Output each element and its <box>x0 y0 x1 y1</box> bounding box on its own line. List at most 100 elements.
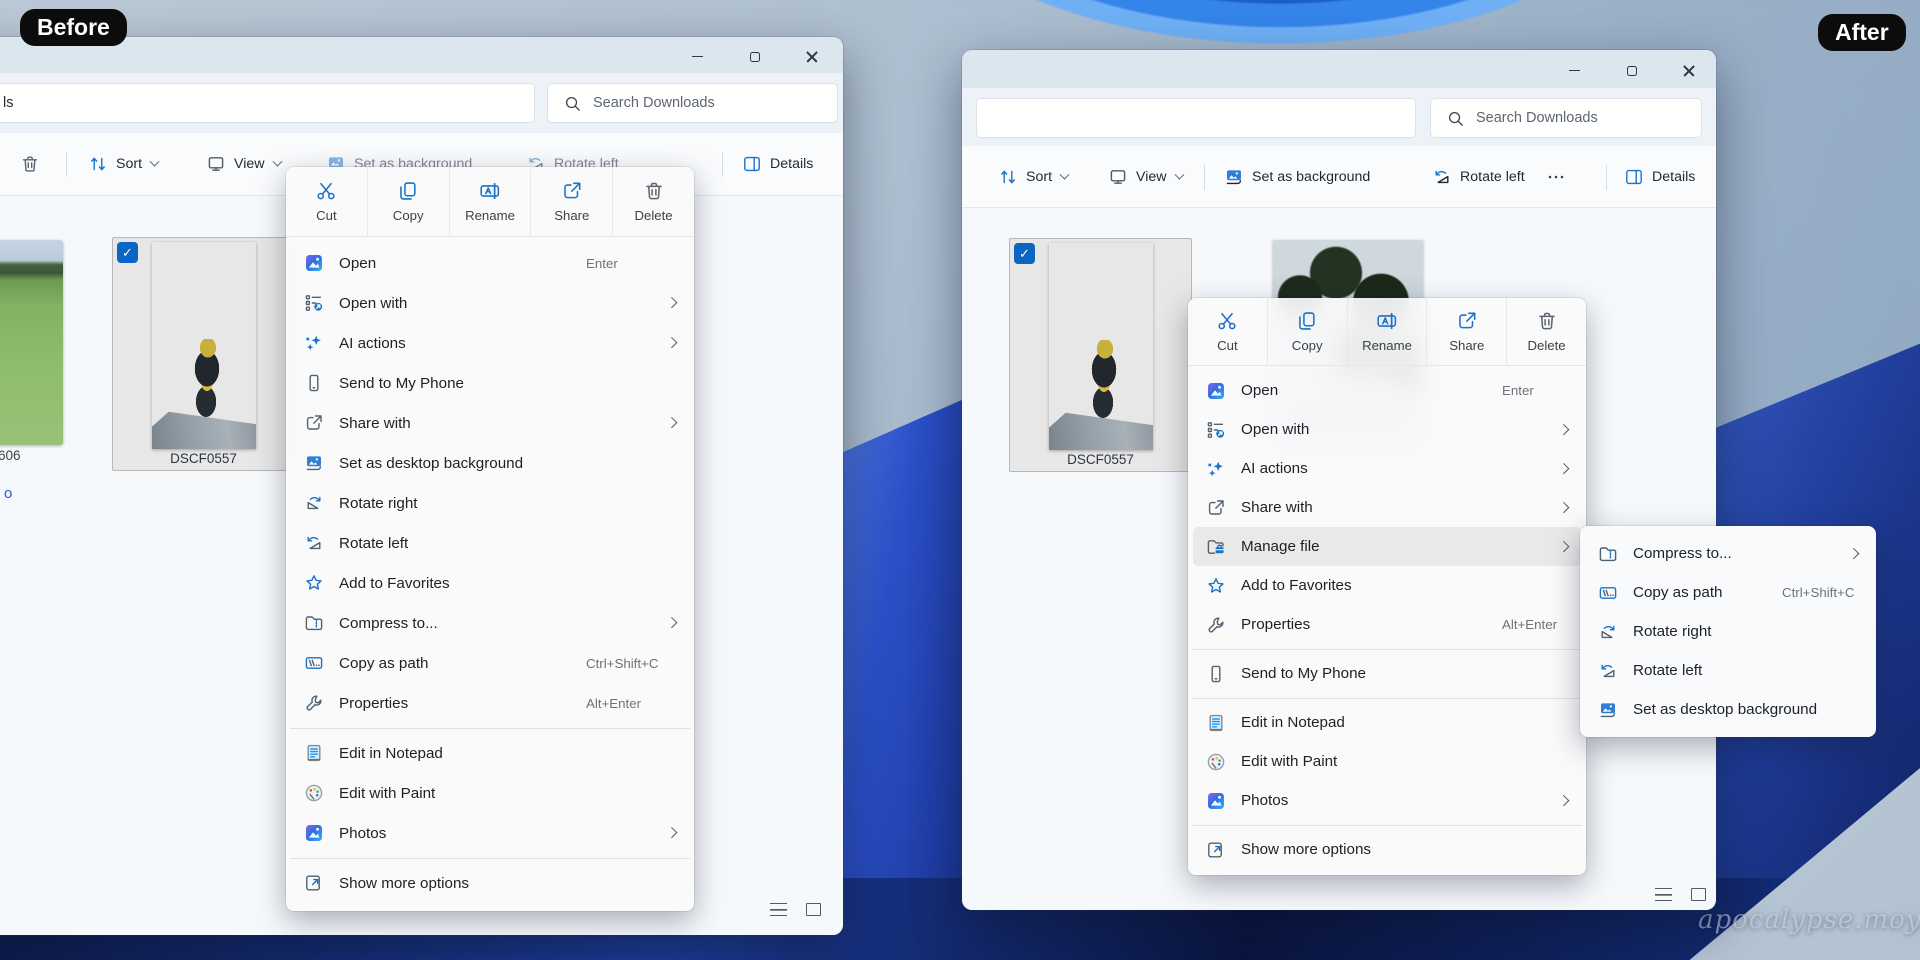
delete-button[interactable]: Delete <box>612 167 694 236</box>
file-thumbnail-golf[interactable] <box>0 240 63 445</box>
details-icon <box>1624 167 1644 187</box>
menu-item-ai-actions[interactable]: AI actions <box>291 323 689 363</box>
view-label: View <box>234 156 265 172</box>
menu-item-open[interactable]: OpenEnter <box>1193 371 1581 410</box>
shortcut-label: Enter <box>586 256 618 271</box>
search-input[interactable]: Search Downloads <box>547 83 838 123</box>
selection-checkbox[interactable]: ✓ <box>1014 243 1035 264</box>
menu-separator <box>290 728 690 729</box>
minimize-icon <box>1569 70 1580 72</box>
minimize-button[interactable] <box>682 44 712 69</box>
shortcut-label: Ctrl+Shift+C <box>1782 585 1854 600</box>
menu-item-rotate-right[interactable]: Rotate right <box>1585 612 1871 651</box>
address-bar[interactable]: ls <box>0 83 535 123</box>
view-button[interactable]: View <box>1098 159 1193 195</box>
menu-item-send-to-my-phone[interactable]: Send to My Phone <box>291 363 689 403</box>
paint-icon <box>1206 752 1226 772</box>
photo-app-icon <box>1206 381 1226 401</box>
menu-separator <box>1192 698 1582 699</box>
copy-path-icon <box>304 653 324 673</box>
menu-items: Compress to...Copy as pathCtrl+Shift+CRo… <box>1580 534 1876 729</box>
manage-file-submenu: Compress to...Copy as pathCtrl+Shift+CRo… <box>1580 526 1876 737</box>
notepad-icon <box>1206 713 1226 733</box>
menu-item-share-with[interactable]: Share with <box>1193 488 1581 527</box>
menu-item-copy-as-path[interactable]: Copy as pathCtrl+Shift+C <box>291 643 689 683</box>
menu-item-rotate-left[interactable]: Rotate left <box>291 523 689 563</box>
menu-item-send-to-my-phone[interactable]: Send to My Phone <box>1193 654 1581 693</box>
list-view-icon[interactable] <box>770 903 787 916</box>
address-bar[interactable] <box>976 98 1416 138</box>
search-input[interactable]: Search Downloads <box>1430 98 1702 138</box>
sort-button[interactable]: Sort <box>988 159 1078 195</box>
copy-button[interactable]: Copy <box>367 167 449 236</box>
menu-item-manage-file[interactable]: Manage file <box>1193 527 1581 566</box>
cut-button[interactable]: Cut <box>1188 298 1267 365</box>
file-name-label: DSCF0557 <box>1010 452 1191 467</box>
search-placeholder: Search Downloads <box>593 84 715 122</box>
minimize-button[interactable] <box>1559 58 1589 83</box>
menu-item-edit-in-notepad[interactable]: Edit in Notepad <box>291 733 689 773</box>
menu-item-ai-actions[interactable]: AI actions <box>1193 449 1581 488</box>
delete-button[interactable]: Delete <box>1506 298 1586 365</box>
rename-button[interactable]: Rename <box>1347 298 1427 365</box>
maximize-button[interactable] <box>740 44 770 69</box>
share-button[interactable]: Share <box>1426 298 1506 365</box>
toolbar-divider <box>722 152 723 177</box>
menu-item-show-more-options[interactable]: Show more options <box>1193 830 1581 869</box>
menu-item-compress-to[interactable]: Compress to... <box>291 603 689 643</box>
address-text: ls <box>3 84 13 122</box>
menu-item-label: Compress to... <box>339 615 438 632</box>
menu-item-add-to-favorites[interactable]: Add to Favorites <box>1193 566 1581 605</box>
copy-button[interactable]: Copy <box>1267 298 1347 365</box>
manage-file-icon <box>1206 537 1226 557</box>
menu-item-rotate-left[interactable]: Rotate left <box>1585 651 1871 690</box>
maximize-icon <box>750 52 760 62</box>
close-button[interactable] <box>797 44 827 69</box>
command-label: Share <box>1449 338 1484 353</box>
thumbnail-view-icon[interactable] <box>806 903 821 916</box>
file-name-label: DSCF0557 <box>113 451 294 466</box>
menu-item-set-as-desktop-background[interactable]: Set as desktop background <box>291 443 689 483</box>
menu-item-label: Open <box>339 255 376 272</box>
selected-file-dscf0557[interactable]: ✓ DSCF0557 <box>1009 238 1192 472</box>
clipped-file-name[interactable]: 606 <box>0 448 21 463</box>
selection-checkbox[interactable]: ✓ <box>117 242 138 263</box>
rotate-left-button[interactable]: Rotate left <box>1422 159 1535 195</box>
share-button[interactable]: Share <box>530 167 612 236</box>
menu-item-add-to-favorites[interactable]: Add to Favorites <box>291 563 689 603</box>
sort-button[interactable]: Sort <box>78 146 168 182</box>
clipped-file-name[interactable]: o <box>4 485 12 502</box>
menu-item-photos[interactable]: Photos <box>1193 781 1581 820</box>
toolbar-divider <box>1606 165 1607 190</box>
menu-item-edit-with-paint[interactable]: Edit with Paint <box>291 773 689 813</box>
thumbnail-view-icon[interactable] <box>1691 888 1706 901</box>
menu-item-photos[interactable]: Photos <box>291 813 689 853</box>
menu-item-edit-with-paint[interactable]: Edit with Paint <box>1193 742 1581 781</box>
menu-item-rotate-right[interactable]: Rotate right <box>291 483 689 523</box>
menu-item-compress-to[interactable]: Compress to... <box>1585 534 1871 573</box>
set-as-background-button[interactable]: Set as background <box>1214 159 1380 195</box>
selected-file-dscf0557[interactable]: ✓ DSCF0557 <box>112 237 295 471</box>
menu-item-set-as-desktop-background[interactable]: Set as desktop background <box>1585 690 1871 729</box>
menu-item-open[interactable]: Open Enter <box>291 243 689 283</box>
menu-item-show-more-options[interactable]: Show more options <box>291 863 689 903</box>
see-more-button[interactable] <box>1536 159 1572 195</box>
menu-item-share-with[interactable]: Share with <box>291 403 689 443</box>
menu-item-label: Edit with Paint <box>339 785 435 802</box>
menu-item-copy-as-path[interactable]: Copy as pathCtrl+Shift+C <box>1585 573 1871 612</box>
menu-item-properties[interactable]: PropertiesAlt+Enter <box>1193 605 1581 644</box>
menu-item-open-with[interactable]: Open with <box>291 283 689 323</box>
list-view-icon[interactable] <box>1655 888 1672 901</box>
maximize-button[interactable] <box>1617 58 1647 83</box>
rename-button[interactable]: Rename <box>449 167 531 236</box>
cut-button[interactable]: Cut <box>286 167 367 236</box>
details-button[interactable]: Details <box>732 146 823 182</box>
close-button[interactable] <box>1674 58 1704 83</box>
details-button[interactable]: Details <box>1614 159 1705 195</box>
delete-button[interactable] <box>10 146 50 182</box>
menu-item-open-with[interactable]: Open with <box>1193 410 1581 449</box>
menu-item-edit-in-notepad[interactable]: Edit in Notepad <box>1193 703 1581 742</box>
view-button[interactable]: View <box>196 146 291 182</box>
minimize-icon <box>692 56 703 58</box>
menu-item-properties[interactable]: PropertiesAlt+Enter <box>291 683 689 723</box>
